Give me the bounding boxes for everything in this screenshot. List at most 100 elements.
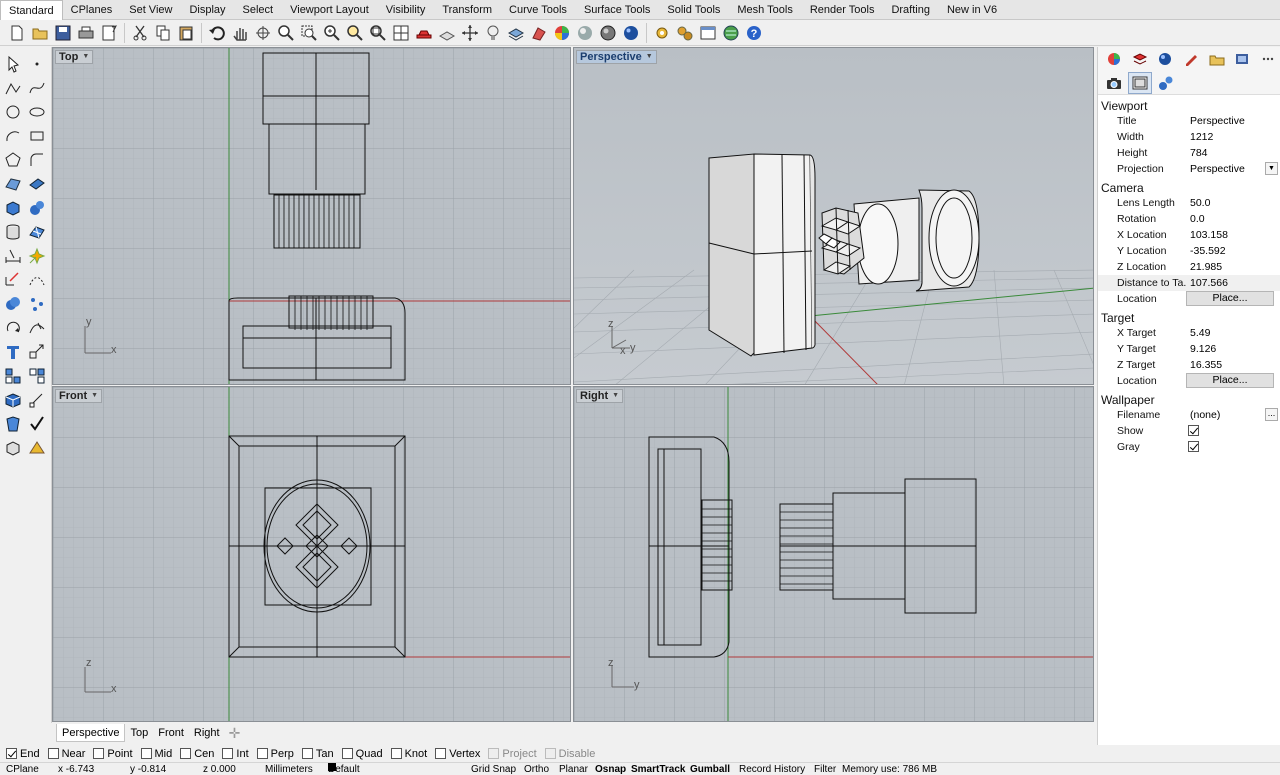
viewport-title-right[interactable]: Right ▼	[576, 389, 624, 403]
x-location-field[interactable]: 103.158	[1186, 227, 1280, 243]
tab-standard[interactable]: Standard	[0, 0, 63, 20]
sphere-solids-icon[interactable]	[26, 197, 48, 219]
add-viewport-tab-icon[interactable]: ✛	[229, 726, 243, 740]
status-smarttrack[interactable]: SmartTrack	[631, 763, 685, 775]
scale-icon[interactable]	[26, 341, 48, 363]
gears-settings-icon[interactable]	[674, 22, 696, 44]
osnap-point[interactable]: Point	[93, 748, 133, 760]
globe-help-icon[interactable]	[720, 22, 742, 44]
tab-display[interactable]: Display	[181, 0, 234, 20]
box-icon[interactable]	[2, 197, 24, 219]
surface-icon[interactable]	[2, 173, 24, 195]
new-file-icon[interactable]	[6, 22, 28, 44]
wallpaper-gray-checkbox[interactable]	[1188, 441, 1199, 452]
rendered-sphere-icon[interactable]	[597, 22, 619, 44]
help-icon[interactable]: ?	[743, 22, 765, 44]
zoom-selected-icon[interactable]	[344, 22, 366, 44]
copy-icon[interactable]	[152, 22, 174, 44]
osnap-mid-checkbox[interactable]	[140, 748, 152, 759]
cut-icon[interactable]	[129, 22, 151, 44]
osnap-int[interactable]: Int	[222, 748, 249, 760]
osnap-mid[interactable]: Mid	[140, 748, 172, 760]
osnap-end[interactable]: End	[6, 748, 40, 760]
four-viewports-icon[interactable]	[390, 22, 412, 44]
color-wheel-panel-icon[interactable]	[1102, 48, 1126, 70]
array-icon[interactable]	[2, 365, 24, 387]
y-target-field[interactable]: 9.126	[1186, 341, 1280, 357]
status-ortho[interactable]: Ortho	[524, 763, 549, 775]
projection-select[interactable]: Perspective ▼	[1186, 161, 1280, 177]
x-target-field[interactable]: 5.49	[1186, 325, 1280, 341]
status-osnap[interactable]: Osnap	[595, 763, 626, 775]
chevron-down-icon[interactable]: ▼	[91, 389, 98, 403]
osnap-cen[interactable]: Cen	[180, 748, 214, 760]
dashed-curve-icon[interactable]	[26, 269, 48, 291]
transform-icon[interactable]	[2, 269, 24, 291]
ellipse-icon[interactable]	[26, 101, 48, 123]
osnap-quad-checkbox[interactable]	[341, 748, 353, 759]
curve-icon[interactable]	[26, 77, 48, 99]
status-planar[interactable]: Planar	[559, 763, 588, 775]
zoom-extents-icon[interactable]	[321, 22, 343, 44]
status-grid-snap[interactable]: Grid Snap	[471, 763, 516, 775]
pan-hand-icon[interactable]	[229, 22, 251, 44]
grid-array-icon[interactable]	[26, 365, 48, 387]
osnap-vertex-checkbox[interactable]	[435, 748, 447, 759]
osnap-near-checkbox[interactable]	[47, 748, 59, 759]
properties-doc-icon[interactable]	[98, 22, 120, 44]
viewport-title-top[interactable]: Top ▼	[55, 50, 94, 64]
status-filter[interactable]: Filter	[814, 763, 836, 775]
camera-place-button[interactable]: Place...	[1186, 291, 1274, 306]
osnap-perp[interactable]: Perp	[256, 748, 294, 760]
camera-properties-icon[interactable]	[1102, 72, 1126, 94]
status-units[interactable]: Millimeters	[265, 763, 313, 775]
tab-mesh-tools[interactable]: Mesh Tools	[729, 0, 801, 20]
viewport-tab-right[interactable]: Right	[189, 724, 225, 742]
display-panel-icon[interactable]	[1231, 48, 1255, 70]
osnap-quad[interactable]: Quad	[341, 748, 383, 760]
status-record-history[interactable]: Record History	[739, 763, 805, 775]
render-light-icon[interactable]	[26, 245, 48, 267]
tab-solid-tools[interactable]: Solid Tools	[659, 0, 729, 20]
color-wheel-icon[interactable]	[551, 22, 573, 44]
z-location-field[interactable]: 21.985	[1186, 259, 1280, 275]
osnap-end-checkbox[interactable]	[6, 748, 17, 759]
osnap-tan-checkbox[interactable]	[301, 748, 313, 759]
object-spheres-icon[interactable]	[1154, 72, 1178, 94]
shaded-sphere-icon[interactable]	[574, 22, 596, 44]
save-icon[interactable]	[52, 22, 74, 44]
arc-icon[interactable]	[2, 125, 24, 147]
solid-box-icon[interactable]	[2, 389, 24, 411]
panel-overflow-icon[interactable]	[1256, 48, 1280, 70]
tab-cplanes[interactable]: CPlanes	[63, 0, 122, 20]
tab-set-view[interactable]: Set View	[121, 0, 181, 20]
zoom-window-icon[interactable]	[298, 22, 320, 44]
viewport-title-front[interactable]: Front ▼	[55, 389, 103, 403]
boolean-union-icon[interactable]	[2, 293, 24, 315]
osnap-point-checkbox[interactable]	[93, 748, 105, 759]
title-value-field[interactable]: Perspective	[1186, 113, 1280, 129]
rotate-view-icon[interactable]	[252, 22, 274, 44]
status-cplane[interactable]: CPlane	[6, 763, 39, 775]
lens-length-field[interactable]: 50.0	[1186, 195, 1280, 211]
tab-viewport-layout[interactable]: Viewport Layout	[282, 0, 378, 20]
browse-ellipsis-button[interactable]: ...	[1265, 408, 1278, 421]
osnap-project[interactable]: Project	[488, 748, 537, 760]
osnap-project-checkbox[interactable]	[488, 748, 500, 759]
extrude-surface-icon[interactable]	[26, 173, 48, 195]
viewport-tab-perspective[interactable]: Perspective	[56, 724, 126, 742]
check-icon[interactable]	[26, 413, 48, 435]
lightbulb-icon[interactable]	[482, 22, 504, 44]
print-icon[interactable]	[75, 22, 97, 44]
analyze-icon[interactable]	[2, 413, 24, 435]
point-icon[interactable]	[26, 53, 48, 75]
rotation-field[interactable]: 0.0	[1186, 211, 1280, 227]
tab-select[interactable]: Select	[235, 0, 283, 20]
osnap-near[interactable]: Near	[47, 748, 85, 760]
points-cloud-icon[interactable]	[26, 293, 48, 315]
tab-surface-tools[interactable]: Surface Tools	[576, 0, 659, 20]
select-arrow-icon[interactable]	[2, 53, 24, 75]
osnap-tan[interactable]: Tan	[301, 748, 334, 760]
polyline-icon[interactable]	[2, 77, 24, 99]
polygon-icon[interactable]	[2, 149, 24, 171]
